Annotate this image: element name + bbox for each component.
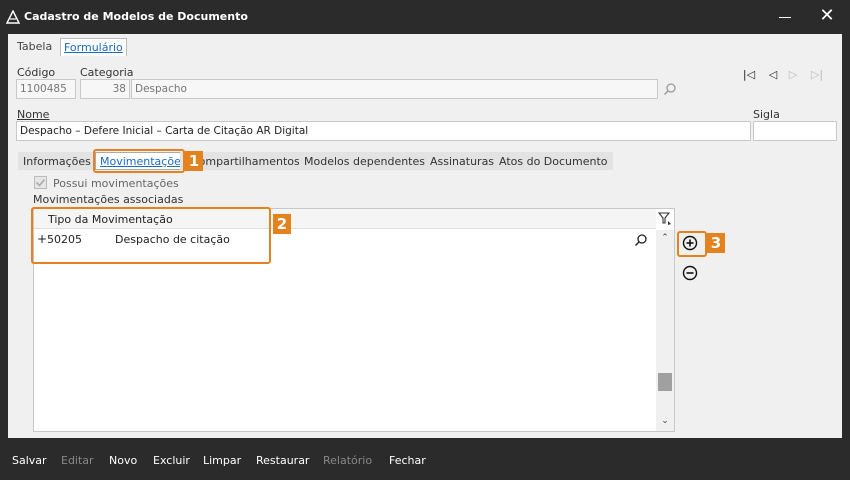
- remove-movimentacao-icon[interactable]: [682, 265, 698, 281]
- action-toolbar: Salvar Editar Novo Excluir Limpar Restau…: [0, 449, 850, 473]
- sigla-field[interactable]: [753, 121, 837, 141]
- previous-record-icon[interactable]: ◁: [766, 68, 780, 82]
- tab-informacoes[interactable]: Informações: [18, 152, 96, 170]
- minimize-button[interactable]: [776, 9, 794, 25]
- callout-box-1: [93, 149, 185, 173]
- limpar-button[interactable]: Limpar: [203, 454, 241, 467]
- codigo-field[interactable]: 1100485: [16, 79, 76, 99]
- nome-label: Nome: [17, 108, 49, 121]
- novo-button[interactable]: Novo: [109, 454, 137, 467]
- scroll-up-icon[interactable]: ⌃: [660, 233, 670, 243]
- possui-movimentacoes-checkbox[interactable]: [34, 176, 47, 189]
- next-record-icon[interactable]: ▷: [786, 68, 800, 82]
- tab-assinaturas[interactable]: Assinaturas: [425, 152, 500, 170]
- nome-label-text: Nome: [17, 108, 50, 121]
- callout-badge-2: 2: [273, 214, 291, 234]
- restaurar-button[interactable]: Restaurar: [256, 454, 309, 467]
- categoria-code-field[interactable]: 38: [80, 79, 130, 99]
- close-window-button[interactable]: ✕: [818, 7, 836, 25]
- window-bottom-border: [0, 438, 850, 449]
- search-categoria-icon[interactable]: [663, 82, 677, 96]
- movimentacoes-associadas-label: Movimentações associadas: [33, 193, 184, 206]
- scrollbar-thumb[interactable]: [658, 373, 672, 391]
- row-search-icon[interactable]: [634, 233, 648, 247]
- grid-scrollbar[interactable]: ⌃ ⌄: [656, 230, 674, 431]
- categoria-label: Categoria: [80, 66, 134, 79]
- categoria-name-field[interactable]: Despacho: [131, 79, 658, 99]
- salvar-button[interactable]: Salvar: [12, 454, 47, 467]
- callout-box-2: [31, 207, 271, 264]
- filter-icon[interactable]: [658, 212, 672, 226]
- tab-modelos-dependentes[interactable]: Modelos dependentes: [299, 152, 430, 170]
- tab-formulario[interactable]: Formulário: [60, 38, 127, 56]
- window-title: Cadastro de Modelos de Documento: [24, 10, 248, 23]
- last-record-icon[interactable]: ▷|: [810, 68, 824, 82]
- tab-formulario-label: Formulário: [64, 41, 123, 54]
- main-window: Tabela Formulário Código 1100485 Categor…: [8, 34, 842, 438]
- scroll-down-icon[interactable]: ⌄: [660, 416, 670, 426]
- callout-box-3: [677, 231, 707, 257]
- editar-button[interactable]: Editar: [61, 454, 94, 467]
- fechar-button[interactable]: Fechar: [389, 454, 426, 467]
- sigla-label: Sigla: [753, 108, 780, 121]
- codigo-label: Código: [17, 66, 56, 79]
- tab-atos-do-documento[interactable]: Atos do Documento: [494, 152, 613, 170]
- excluir-button[interactable]: Excluir: [153, 454, 190, 467]
- possui-movimentacoes-label: Possui movimentações: [53, 177, 179, 190]
- first-record-icon[interactable]: |◁: [742, 68, 756, 82]
- nome-field[interactable]: Despacho – Defere Inicial – Carta de Cit…: [16, 121, 751, 141]
- tab-tabela-label: Tabela: [17, 40, 53, 53]
- window-frame-bottom: [0, 473, 850, 480]
- callout-badge-3: 3: [707, 233, 725, 253]
- relatorio-button[interactable]: Relatório: [323, 454, 372, 467]
- callout-badge-1: 1: [185, 151, 203, 171]
- tab-tabela[interactable]: Tabela: [14, 38, 55, 56]
- app-logo-icon: [6, 10, 20, 24]
- title-bar: Cadastro de Modelos de Documento ✕: [0, 0, 850, 34]
